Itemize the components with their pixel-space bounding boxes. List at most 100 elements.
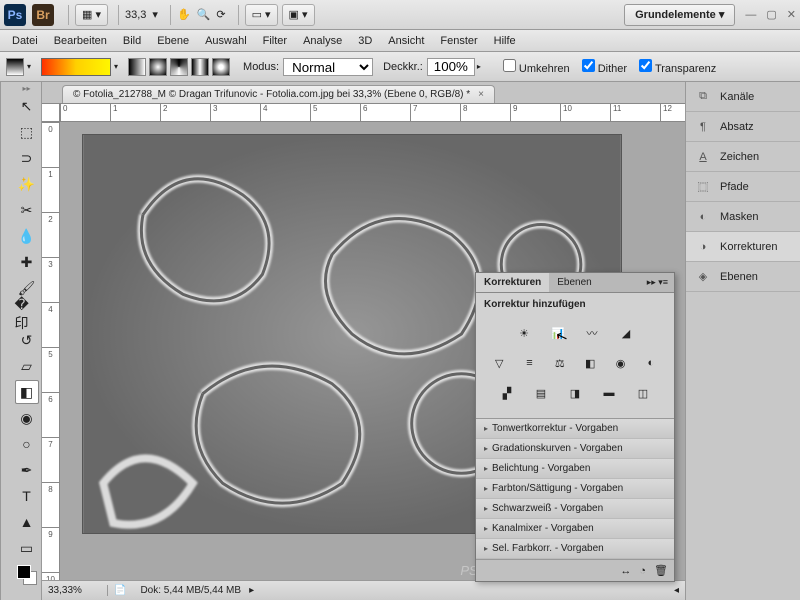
- vibrance-icon[interactable]: ▽: [488, 352, 510, 374]
- panel-kanaele[interactable]: ⧉Kanäle: [686, 82, 800, 112]
- black-white-icon[interactable]: ◧: [579, 352, 601, 374]
- gradient-angle-icon[interactable]: [170, 58, 188, 76]
- rotate-view-icon[interactable]: ⟳: [216, 8, 225, 21]
- status-doc-size[interactable]: Dok: 5,44 MB/5,44 MB: [132, 585, 249, 596]
- color-balance-icon[interactable]: ⚖: [549, 352, 571, 374]
- panel-pfade[interactable]: ⿴Pfade: [686, 172, 800, 202]
- eyedropper-tool-icon[interactable]: 💧: [15, 224, 39, 248]
- menu-fenster[interactable]: Fenster: [432, 35, 485, 47]
- screen-mode-button[interactable]: ▣ ▾: [282, 4, 315, 26]
- photo-filter-icon[interactable]: ◉: [609, 352, 631, 374]
- zoom-display[interactable]: 33,3: [125, 9, 146, 21]
- preset-row[interactable]: Kanalmixer - Vorgaben: [476, 519, 674, 539]
- view-extras-button[interactable]: ▦ ▾: [75, 4, 108, 26]
- gradient-radial-icon[interactable]: [149, 58, 167, 76]
- posterize-icon[interactable]: ▤: [528, 382, 554, 404]
- pen-tool-icon[interactable]: ✒: [15, 458, 39, 482]
- bridge-logo-icon[interactable]: Br: [32, 4, 54, 26]
- menu-ebene[interactable]: Ebene: [149, 35, 197, 47]
- maximize-icon[interactable]: ▢: [766, 8, 776, 21]
- dodge-tool-icon[interactable]: ○: [15, 432, 39, 456]
- ruler-horizontal[interactable]: 0123456789101112131415: [60, 104, 685, 122]
- status-dropdown-icon[interactable]: ▸: [249, 585, 254, 596]
- menu-bild[interactable]: Bild: [115, 35, 149, 47]
- exposure-icon[interactable]: ◢: [613, 322, 639, 344]
- wand-tool-icon[interactable]: ✨: [15, 172, 39, 196]
- menu-ansicht[interactable]: Ansicht: [380, 35, 432, 47]
- modus-select[interactable]: Normal: [283, 58, 373, 76]
- history-brush-icon[interactable]: ↺: [15, 328, 39, 352]
- ruler-vertical[interactable]: 012345678910: [42, 122, 60, 580]
- trash-icon[interactable]: 🗑: [654, 564, 668, 577]
- brightness-contrast-icon[interactable]: ☀: [511, 322, 537, 344]
- status-expand-icon[interactable]: 📄: [114, 585, 126, 596]
- crop-tool-icon[interactable]: ✂: [15, 198, 39, 222]
- document-tab[interactable]: © Fotolia_212788_M © Dragan Trifunovic -…: [62, 85, 495, 103]
- hand-tool-icon[interactable]: ✋: [177, 8, 191, 21]
- menu-datei[interactable]: Datei: [4, 35, 46, 47]
- preset-row[interactable]: Belichtung - Vorgaben: [476, 459, 674, 479]
- menu-bearbeiten[interactable]: Bearbeiten: [46, 35, 115, 47]
- gradient-diamond-icon[interactable]: [212, 58, 230, 76]
- gradient-map-icon[interactable]: ▬: [596, 382, 622, 404]
- menu-auswahl[interactable]: Auswahl: [197, 35, 255, 47]
- preset-row[interactable]: Tonwertkorrektur - Vorgaben: [476, 419, 674, 439]
- hue-saturation-icon[interactable]: ≡: [518, 352, 540, 374]
- gradient-tool-icon-selected[interactable]: ◧: [15, 380, 39, 404]
- scroll-left-icon[interactable]: ◂: [674, 585, 679, 596]
- status-zoom[interactable]: 33,33%: [48, 585, 108, 596]
- float-tab-ebenen[interactable]: Ebenen: [549, 273, 599, 292]
- threshold-icon[interactable]: ◨: [562, 382, 588, 404]
- deckkr-input[interactable]: [427, 58, 475, 76]
- transparenz-checkbox[interactable]: Transparenz: [639, 59, 716, 75]
- panel-zeichen[interactable]: AZeichen: [686, 142, 800, 172]
- preset-row[interactable]: Schwarzweiß - Vorgaben: [476, 499, 674, 519]
- preset-row[interactable]: Sel. Farbkorr. - Vorgaben: [476, 539, 674, 559]
- shape-tool-icon[interactable]: ▭: [15, 536, 39, 560]
- gradient-reflected-icon[interactable]: [191, 58, 209, 76]
- dither-checkbox[interactable]: Dither: [582, 59, 627, 75]
- levels-icon[interactable]: 📊: [545, 322, 571, 344]
- left-collapsed-dock[interactable]: [0, 82, 12, 600]
- marquee-tool-icon[interactable]: ⬚: [15, 120, 39, 144]
- close-icon[interactable]: ✕: [787, 8, 796, 21]
- stamp-tool-icon[interactable]: �印: [15, 302, 39, 326]
- healing-tool-icon[interactable]: ✚: [15, 250, 39, 274]
- workspace-switcher[interactable]: Grundelemente ▾: [624, 4, 735, 26]
- panel-absatz[interactable]: ¶Absatz: [686, 112, 800, 142]
- umkehren-checkbox[interactable]: Umkehren: [503, 59, 570, 75]
- gradient-tool-icon[interactable]: [6, 58, 24, 76]
- minimize-icon[interactable]: —: [745, 9, 756, 21]
- color-swatches[interactable]: [15, 563, 39, 587]
- panel-korrekturen[interactable]: ◑Korrekturen: [686, 232, 800, 262]
- curves-icon[interactable]: 〰: [579, 322, 605, 344]
- move-tool-icon[interactable]: ↖: [15, 94, 39, 118]
- channel-mixer-icon[interactable]: ◐: [640, 352, 662, 374]
- menu-analyse[interactable]: Analyse: [295, 35, 350, 47]
- panel-masken[interactable]: ◐Masken: [686, 202, 800, 232]
- path-select-icon[interactable]: ▲: [15, 510, 39, 534]
- photoshop-logo-icon[interactable]: Ps: [4, 4, 26, 26]
- arrange-docs-button[interactable]: ▭ ▾: [245, 4, 278, 26]
- zoom-tool-icon[interactable]: 🔍: [197, 8, 211, 21]
- preset-row[interactable]: Gradationskurven - Vorgaben: [476, 439, 674, 459]
- invert-icon[interactable]: ▞: [494, 382, 520, 404]
- menu-filter[interactable]: Filter: [255, 35, 295, 47]
- lasso-tool-icon[interactable]: ⊃: [15, 146, 39, 170]
- menu-3d[interactable]: 3D: [350, 35, 380, 47]
- type-tool-icon[interactable]: T: [15, 484, 39, 508]
- expand-view-icon[interactable]: ↔: [620, 565, 631, 577]
- eraser-tool-icon[interactable]: ▱: [15, 354, 39, 378]
- panel-flyout-icon[interactable]: ▸▸ ▾≡: [641, 273, 674, 292]
- panel-ebenen[interactable]: ◈Ebenen: [686, 262, 800, 292]
- gradient-preview[interactable]: [41, 58, 111, 76]
- menu-hilfe[interactable]: Hilfe: [486, 35, 524, 47]
- clip-layer-icon[interactable]: ◔: [639, 565, 646, 577]
- ruler-origin[interactable]: [42, 104, 60, 122]
- selective-color-icon[interactable]: ◫: [630, 382, 656, 404]
- float-tab-korrekturen[interactable]: Korrekturen: [476, 273, 549, 292]
- gradient-linear-icon[interactable]: [128, 58, 146, 76]
- blur-tool-icon[interactable]: ◉: [15, 406, 39, 430]
- preset-row[interactable]: Farbton/Sättigung - Vorgaben: [476, 479, 674, 499]
- close-tab-icon[interactable]: ×: [478, 89, 484, 100]
